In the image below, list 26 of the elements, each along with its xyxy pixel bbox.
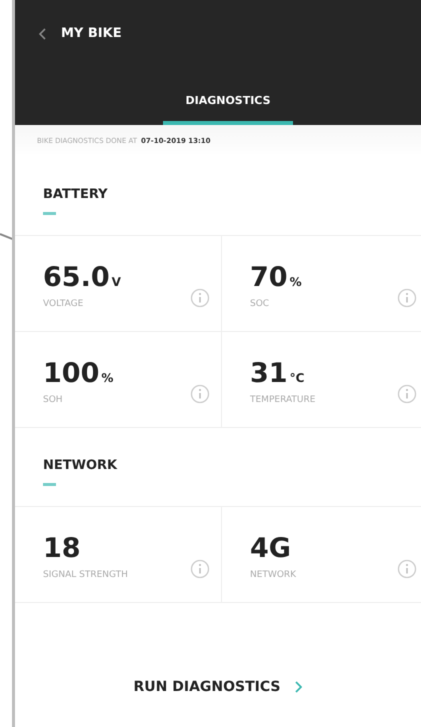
- run-diagnostics-button[interactable]: RUN DIAGNOSTICS: [126, 675, 310, 699]
- info-icon[interactable]: [397, 559, 417, 579]
- info-icon[interactable]: [190, 384, 210, 404]
- chevron-left-icon: [39, 28, 47, 40]
- metric-value: 100%: [43, 360, 114, 387]
- back-button[interactable]: MY BIKE: [15, 0, 122, 41]
- metric-value: 4G: [250, 535, 292, 562]
- metric-label: SOC: [250, 299, 270, 309]
- metric-label: SIGNAL STRENGTH: [43, 570, 129, 580]
- chevron-right-icon: [294, 681, 302, 693]
- accent-dash: [43, 212, 56, 215]
- metric-value: 65.0 V: [43, 264, 122, 291]
- metric-label: TEMPERATURE: [250, 395, 316, 405]
- metric-label: SOH: [43, 395, 64, 405]
- metric-label: NETWORK: [250, 570, 298, 580]
- section-title: NETWORK: [42, 458, 118, 473]
- info-icon[interactable]: [397, 384, 417, 404]
- metric-label: VOLTAGE: [43, 299, 84, 309]
- metric-value: 18: [43, 535, 82, 562]
- metric-value: 70%: [250, 264, 303, 291]
- info-icon[interactable]: [190, 559, 210, 579]
- metric-value: 31°C: [250, 360, 306, 387]
- info-icon[interactable]: [397, 288, 417, 308]
- accent-dash: [43, 483, 56, 486]
- section-title: BATTERY: [42, 187, 109, 202]
- info-icon[interactable]: [190, 288, 210, 308]
